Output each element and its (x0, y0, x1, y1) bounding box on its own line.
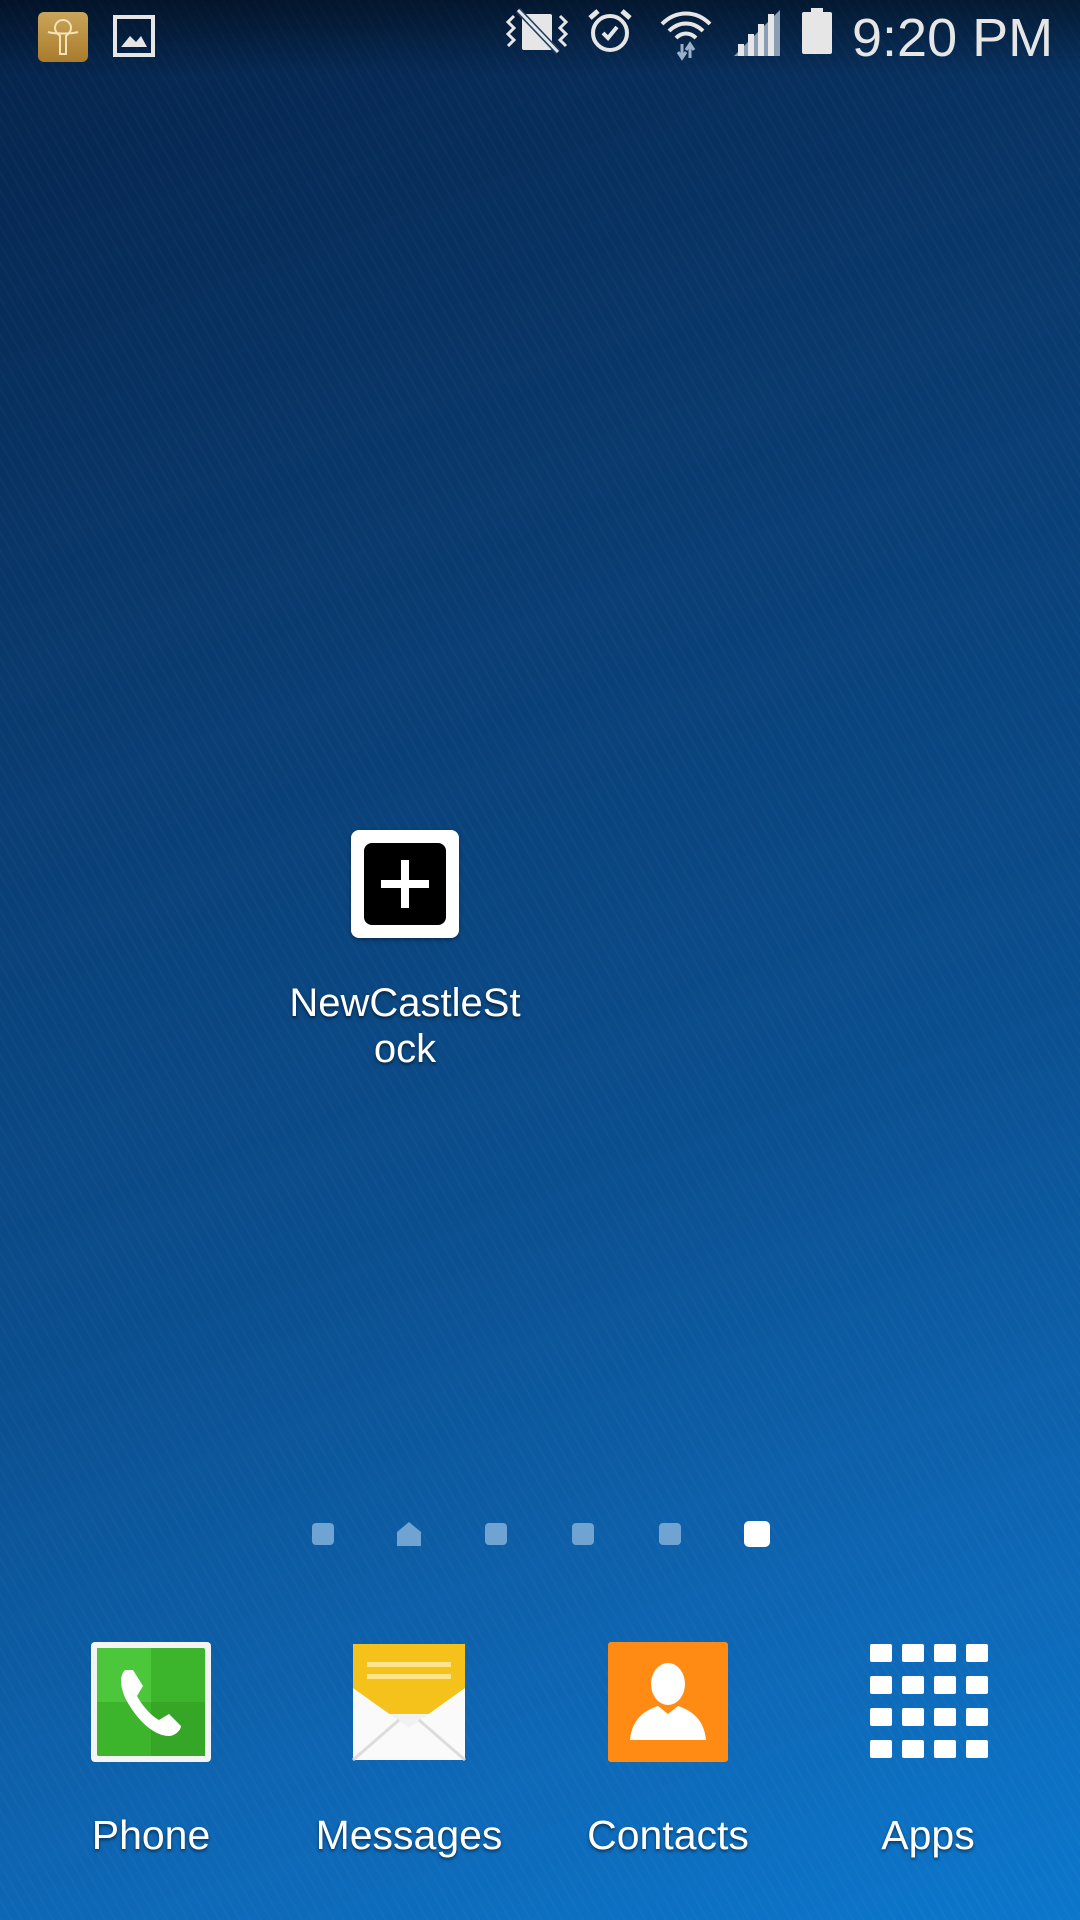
dock-label-messages: Messages (315, 1812, 503, 1858)
page-dot-5[interactable] (659, 1523, 681, 1545)
vibrate-mute-icon (500, 6, 574, 61)
battery-icon (800, 6, 834, 61)
contacts-icon (606, 1640, 730, 1764)
page-indicator[interactable] (0, 1520, 1080, 1550)
dock-label-contacts: Contacts (587, 1812, 749, 1858)
alarm-icon (585, 6, 635, 61)
clock: 9:20 PM (852, 8, 1054, 68)
shortcut-icon[interactable] (351, 830, 459, 938)
dock: Phone Messages Contacts Apps (0, 1640, 1080, 1880)
dock-item-phone[interactable]: Phone (21, 1640, 281, 1859)
page-dot-6-active[interactable] (744, 1521, 770, 1547)
shortcut-label: NewCastleStock (289, 981, 521, 1071)
dock-item-apps[interactable]: Apps (798, 1640, 1058, 1859)
gallery-icon (112, 14, 156, 63)
page-dot-3[interactable] (485, 1523, 507, 1545)
page-dot-4[interactable] (572, 1523, 594, 1545)
dock-item-contacts[interactable]: Contacts (538, 1640, 798, 1859)
apps-grid-icon (866, 1640, 990, 1764)
home-page-icon[interactable] (396, 1520, 422, 1553)
phone-icon (89, 1640, 213, 1764)
signal-icon (732, 6, 782, 61)
messages-icon (347, 1640, 471, 1764)
app-notification-icon (38, 12, 88, 62)
plus-icon (364, 843, 446, 925)
page-dot-1[interactable] (312, 1523, 334, 1545)
status-bar[interactable]: 9:20 PM (0, 0, 1080, 75)
dock-label-apps: Apps (881, 1812, 975, 1858)
wifi-icon (658, 6, 714, 67)
dock-item-messages[interactable]: Messages (279, 1640, 539, 1859)
dock-label-phone: Phone (91, 1812, 211, 1858)
home-shortcut-newcastlestock[interactable]: NewCastleStock (270, 830, 540, 1072)
